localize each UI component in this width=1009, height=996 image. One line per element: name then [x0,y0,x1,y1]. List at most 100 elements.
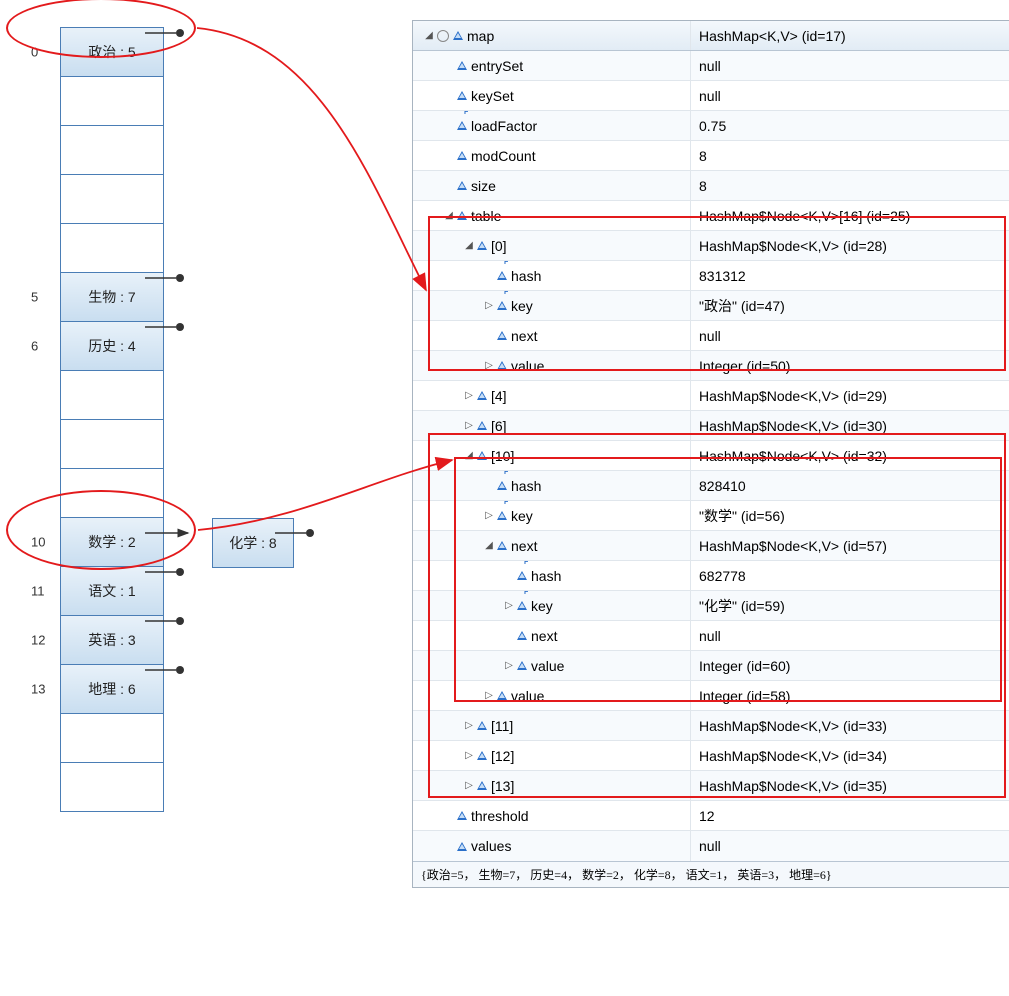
tree-node-name: [11] [491,718,513,734]
array-slot-8 [60,419,164,469]
expander-open-icon[interactable]: ◢ [443,210,455,222]
tree-row[interactable]: ▷[13]HashMap$Node<K,V> (id=35) [413,771,1009,801]
tree-row[interactable]: ▷key"数学" (id=56) [413,501,1009,531]
tree-row[interactable]: size8 [413,171,1009,201]
tree-node-value: HashMap$Node<K,V> (id=30) [699,418,887,434]
expander-closed-icon[interactable]: ▷ [463,750,475,762]
expander-open-icon[interactable]: ◢ [463,240,475,252]
tree-row[interactable]: hash 831312 [413,261,1009,291]
tree-node-value: null [699,58,721,74]
tree-row[interactable]: ▷valueInteger (id=58) [413,681,1009,711]
tree-node-value: HashMap$Node<K,V> (id=29) [699,388,887,404]
array-slot-4 [60,223,164,273]
tree-node-name: value [531,658,564,674]
tree-row[interactable]: ▷valueInteger (id=50) [413,351,1009,381]
tree-row[interactable]: ◢ [10] HashMap$Node<K,V> (id=32) [413,441,1009,471]
expander-closed-icon[interactable]: ▷ [483,300,495,312]
slot-entry-text: 历史 : 4 [88,336,135,356]
field-icon [477,781,487,790]
field-icon [457,91,467,100]
expander-closed-icon[interactable]: ▷ [503,600,515,612]
tree-node-name: next [511,328,537,344]
array-slot-6: 6历史 : 4 [60,321,164,371]
tree-row[interactable]: valuesnull [413,831,1009,861]
tree-node-name: [0] [491,238,507,254]
array-slot-11: 11语文 : 1 [60,566,164,616]
tree-row[interactable]: ▷[11]HashMap$Node<K,V> (id=33) [413,711,1009,741]
tree-row[interactable]: hash682778 [413,561,1009,591]
tree-node-name: hash [531,568,561,584]
expander-closed-icon[interactable]: ▷ [503,660,515,672]
tree-row[interactable]: modCount8 [413,141,1009,171]
expander-closed-icon[interactable]: ▷ [463,420,475,432]
tree-node-name: keySet [471,88,514,104]
expander-none [483,330,495,342]
array-slot-1 [60,76,164,126]
array-slot-12: 12英语 : 3 [60,615,164,665]
tree-row[interactable]: entrySetnull [413,51,1009,81]
tree-node-name: next [511,538,537,554]
field-final-icon [457,121,467,130]
expander-open-icon[interactable]: ◢ [483,540,495,552]
slot-index-label: 6 [31,339,38,354]
tree-node-value: 831312 [699,268,746,284]
tree-node-value: "政治" (id=47) [699,296,785,316]
tree-node-value: HashMap$Node<K,V> (id=32) [699,448,887,464]
slot-index-label: 5 [31,290,38,305]
tree-row[interactable]: ▷valueInteger (id=60) [413,651,1009,681]
tree-row[interactable]: ▷[12]HashMap$Node<K,V> (id=34) [413,741,1009,771]
expander-open-icon[interactable]: ◢ [423,30,435,42]
tree-node-value: null [699,628,721,644]
tree-node-name: values [471,838,511,854]
tree-node-name: value [511,688,544,704]
tree-node-name: next [531,628,557,644]
tree-node-name: modCount [471,148,536,164]
slot-index-label: 0 [31,45,38,60]
tree-node-name: loadFactor [471,118,537,134]
field-icon [497,541,507,550]
expander-closed-icon[interactable]: ▷ [483,360,495,372]
slot-entry-text: 政治 : 5 [88,42,135,62]
tree-node-value: null [699,328,721,344]
tree-node-name: hash [511,268,541,284]
tree-row[interactable]: ▷ [4] HashMap$Node<K,V> (id=29) [413,381,1009,411]
slot-entry-text: 地理 : 6 [88,679,135,699]
expander-none [443,60,455,72]
tree-node-name: [12] [491,748,514,764]
tree-row[interactable]: next null [413,321,1009,351]
expander-closed-icon[interactable]: ▷ [463,720,475,732]
expander-closed-icon[interactable]: ▷ [483,510,495,522]
tree-row[interactable]: next null [413,621,1009,651]
expander-closed-icon[interactable]: ▷ [463,390,475,402]
tree-row[interactable]: ▷key"化学" (id=59) [413,591,1009,621]
array-slot-9 [60,468,164,518]
expander-closed-icon[interactable]: ▷ [483,690,495,702]
expander-open-icon[interactable]: ◢ [463,450,475,462]
array-slot-14 [60,713,164,763]
tree-row[interactable]: ◢[0]HashMap$Node<K,V> (id=28) [413,231,1009,261]
tree-row[interactable]: keySetnull [413,81,1009,111]
tree-node-name: [4] [491,388,507,404]
expander-closed-icon[interactable]: ▷ [463,780,475,792]
tree-row[interactable]: loadFactor0.75 [413,111,1009,141]
tree-row[interactable]: ◢nextHashMap$Node<K,V> (id=57) [413,531,1009,561]
field-final-icon [517,601,527,610]
slot-index-label: 11 [31,584,45,599]
tostring-footer: {政治=5， 生物=7， 历史=4， 数学=2， 化学=8， 语文=1， 英语=… [413,861,1009,887]
tree-row[interactable]: ◢mapHashMap<K,V> (id=17) [413,21,1009,51]
field-icon [477,391,487,400]
tree-node-name: [10] [491,448,514,464]
field-icon [457,842,467,851]
tree-row[interactable]: hash828410 [413,471,1009,501]
slot-entry-text: 英语 : 3 [88,630,135,650]
tree-row[interactable]: ▷[6]HashMap$Node<K,V> (id=30) [413,411,1009,441]
tree-row[interactable]: ▷key"政治" (id=47) [413,291,1009,321]
field-icon [517,631,527,640]
array-slot-10: 10数学 : 2 [60,517,164,567]
tree-row[interactable]: ◢tableHashMap$Node<K,V>[16] (id=25) [413,201,1009,231]
tree-node-name: value [511,358,544,374]
tree-row[interactable]: threshold12 [413,801,1009,831]
field-final-icon [517,571,527,580]
field-icon [457,151,467,160]
expander-none [443,90,455,102]
